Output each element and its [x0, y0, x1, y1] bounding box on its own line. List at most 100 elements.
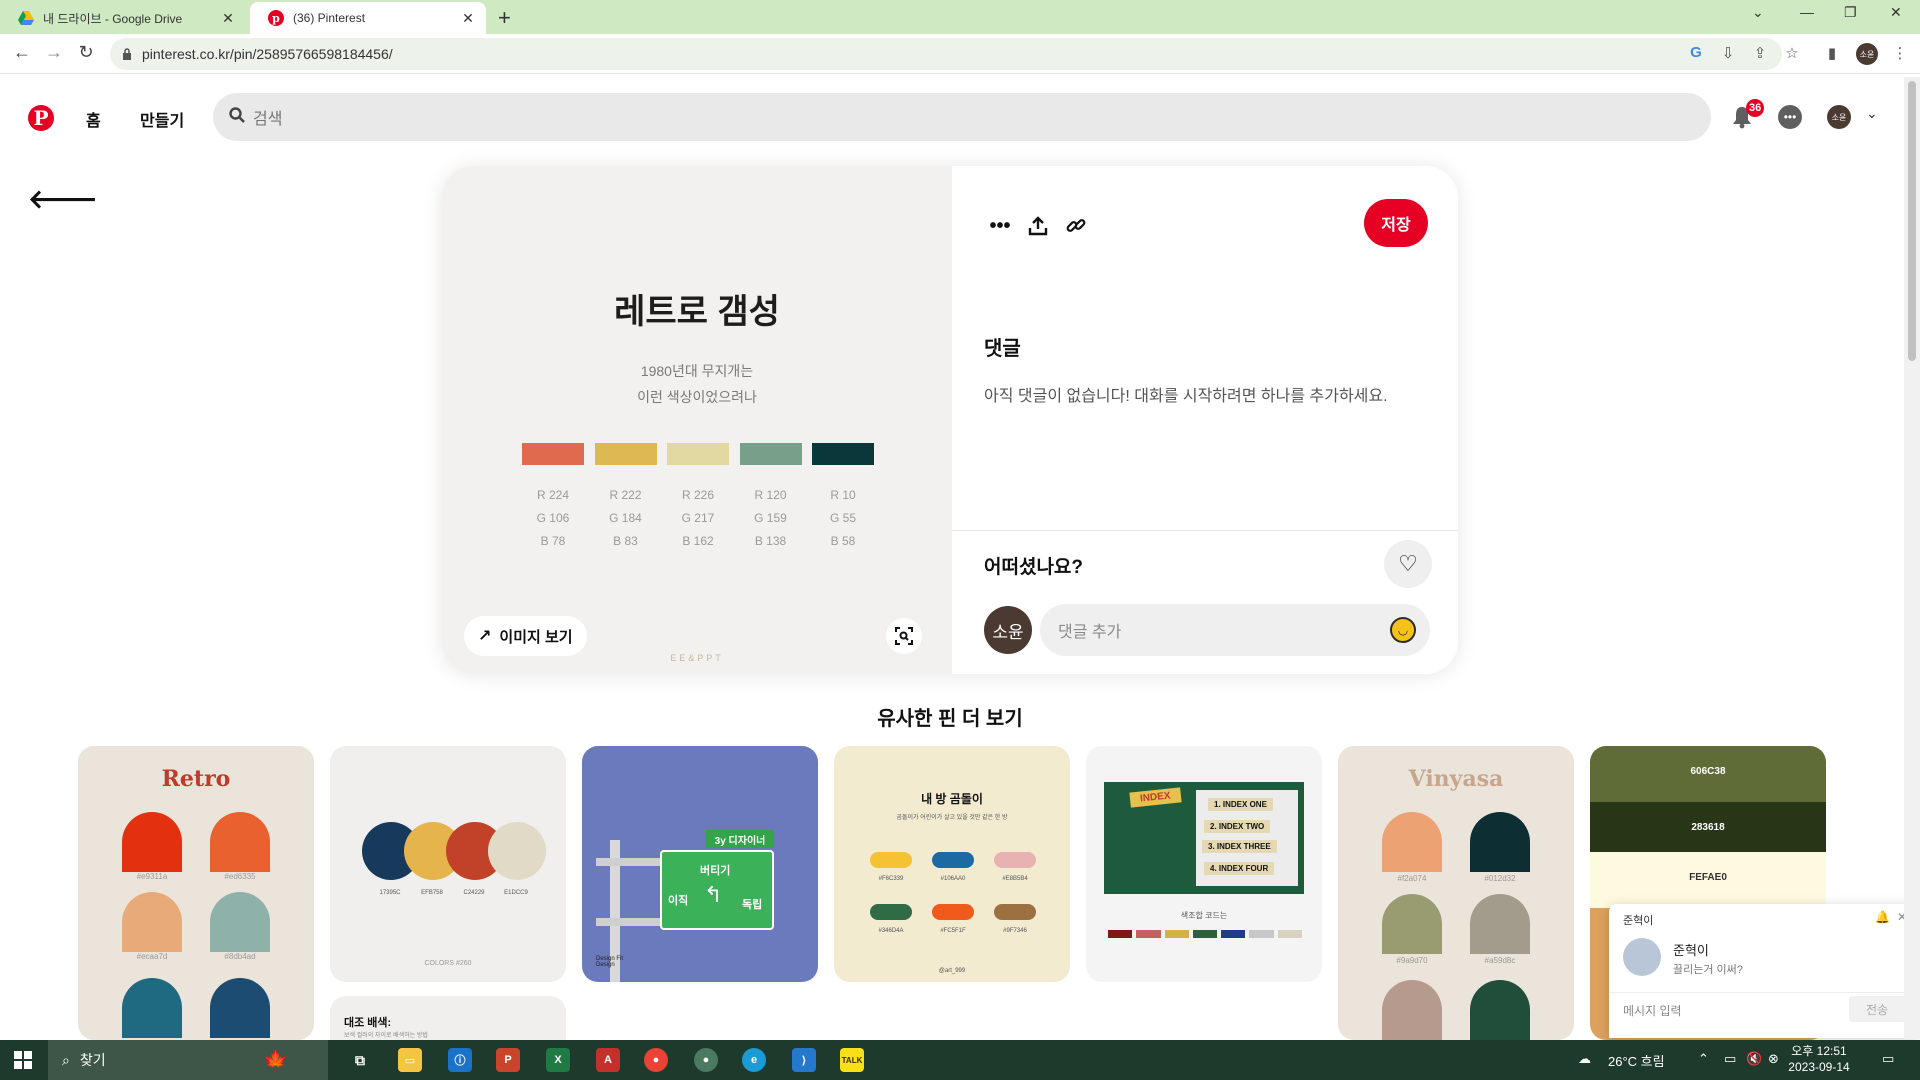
tab-title: 내 드라이브 - Google Drive	[43, 11, 183, 26]
close-icon[interactable]: ✕	[220, 10, 236, 27]
task-view-icon[interactable]: ⧉	[348, 1048, 372, 1072]
close-window-icon[interactable]: ✕	[1890, 4, 1902, 21]
chrome-icon[interactable]: ●	[644, 1048, 668, 1072]
color-band: 606C38	[1590, 746, 1826, 802]
color-code: #012d32	[1484, 874, 1516, 883]
link-icon[interactable]	[1060, 210, 1092, 242]
color-arch	[122, 978, 182, 1038]
weather-text[interactable]: 26°C 흐림	[1608, 1051, 1665, 1070]
page-scrollbar[interactable]	[1904, 77, 1920, 1039]
color-squiggle	[932, 904, 974, 920]
pin-card-myroom[interactable]: 내 방 곰돌이 곰돌이가 어린이가 살고 있을 것만 같은 한 방 #F6C33…	[834, 746, 1070, 982]
heart-icon[interactable]: ♡	[1384, 540, 1432, 588]
emoji-icon[interactable]: ◡	[1390, 617, 1416, 643]
arrow-icon: ↰	[704, 882, 723, 907]
pin-card-contrast[interactable]: 대조 배색: 보색 컬러의 차이로 배색하는 방법	[330, 996, 566, 1040]
share-icon[interactable]: ⇪	[1750, 44, 1770, 64]
color-arch	[210, 978, 270, 1038]
card-caption: 색조합 코드는	[1180, 911, 1228, 920]
new-tab-icon[interactable]: +	[498, 5, 511, 31]
color-code: #a59d8c	[1484, 956, 1516, 965]
google-drive-icon	[18, 10, 34, 26]
watermark: EE&PPT	[670, 653, 724, 663]
color-code: #FC5F1F	[940, 928, 966, 934]
kakaotalk-icon[interactable]: TALK	[840, 1048, 864, 1072]
color-code: #F6C339	[878, 876, 904, 882]
install-icon[interactable]: ⇩	[1718, 44, 1738, 64]
share-icon[interactable]	[1022, 210, 1054, 242]
bell-icon[interactable]: 🔔	[1875, 910, 1890, 924]
index-item: 3. INDEX THREE	[1202, 840, 1277, 853]
volume-icon[interactable]: 🔇	[1746, 1051, 1762, 1067]
chevron-down-icon[interactable]: ⌄	[1866, 105, 1878, 122]
color-squiggle	[994, 904, 1036, 920]
rgb-code: R 10 G 55 B 58	[829, 488, 856, 548]
comment-input[interactable]: 댓글 추가 ◡	[1040, 604, 1430, 656]
tab-search-icon[interactable]: ⌄	[1752, 4, 1764, 21]
profile-avatar[interactable]: 소윤	[1827, 105, 1851, 129]
minimize-icon[interactable]: —	[1800, 4, 1814, 20]
weather-icon[interactable]: ☁	[1578, 1051, 1591, 1067]
pin-card-index[interactable]: INDEX 1. INDEX ONE 2. INDEX TWO 3. INDEX…	[1086, 746, 1322, 982]
app-icon[interactable]: ⓘ	[448, 1048, 472, 1072]
pin-card-colors[interactable]: 17395C EFB758 C24229 E1DCC9 COLORS #260	[330, 746, 566, 982]
autumn-leaf-icon: 🍁	[263, 1049, 288, 1072]
scrollbar-thumb[interactable]	[1908, 81, 1916, 361]
vscode-icon[interactable]: ⟩	[792, 1048, 816, 1072]
taskbar-search-label: 찾기	[79, 1052, 106, 1068]
browser-menu-icon[interactable]: ⋮	[1890, 44, 1910, 64]
side-panel-icon[interactable]: ▮	[1822, 44, 1842, 64]
color-squiggle	[870, 904, 912, 920]
acrobat-icon[interactable]: A	[596, 1048, 620, 1072]
edge-icon[interactable]: e	[742, 1048, 766, 1072]
maximize-icon[interactable]: ❐	[1844, 4, 1857, 21]
excel-icon[interactable]: X	[546, 1048, 570, 1072]
pin-card-career-sign[interactable]: 3y 디자이너 버티기 이직 독립 ↰ Design Fit Design	[582, 746, 818, 982]
nav-home[interactable]: 홈	[86, 107, 101, 131]
rgb-code: R 224 G 106 B 78	[536, 488, 570, 548]
powerpoint-icon[interactable]: P	[496, 1048, 520, 1072]
windows-start-icon[interactable]	[14, 1051, 32, 1069]
save-button[interactable]: 저장	[1364, 199, 1428, 247]
notification-center-icon[interactable]: ▭	[1882, 1051, 1894, 1067]
index-item: 2. INDEX TWO	[1204, 820, 1271, 833]
color-arch	[1470, 894, 1530, 954]
pin-card-retro[interactable]: Retro #e9311a #ed6335 #ecaa7d #8db4ad	[78, 746, 314, 1040]
color-arch	[1382, 812, 1442, 872]
network-icon[interactable]: ▭	[1724, 1051, 1736, 1067]
chevron-up-icon[interactable]: ⌃	[1698, 1051, 1709, 1067]
search-input[interactable]: 검색	[213, 93, 1711, 141]
ime-icon[interactable]: ⊗	[1768, 1051, 1779, 1067]
sign-label: 이직	[668, 895, 689, 907]
more-options-icon[interactable]: •••	[984, 210, 1016, 242]
divider	[1609, 992, 1917, 993]
close-icon[interactable]: ✕	[460, 10, 476, 27]
pin-card-vinyasa[interactable]: Vinyasa #f2a074 #012d32 #9a9d70 #a59d8c	[1338, 746, 1574, 1040]
pinterest-logo[interactable]: P	[28, 105, 54, 131]
forward-icon[interactable]: →	[42, 42, 66, 63]
google-icon[interactable]: G	[1686, 44, 1706, 64]
messages-icon[interactable]: •••	[1778, 105, 1802, 129]
taskbar-clock[interactable]: 오후 12:51 2023-09-14	[1786, 1043, 1852, 1075]
sign-arm	[596, 918, 660, 926]
file-explorer-icon[interactable]: ▭	[398, 1048, 422, 1072]
chat-input[interactable]: 메시지 입력	[1623, 1002, 1682, 1019]
back-icon[interactable]: ←	[10, 42, 34, 63]
tab-pinterest[interactable]: p (36) Pinterest ✕	[250, 2, 486, 34]
tab-google-drive[interactable]: 내 드라이브 - Google Drive ✕	[0, 2, 246, 34]
nav-create[interactable]: 만들기	[140, 107, 184, 131]
color-swatch	[522, 443, 584, 465]
back-arrow-icon[interactable]: 🡐	[28, 184, 98, 215]
pin-image[interactable]: 레트로 갬성 1980년대 무지개는 이런 색상이었으려나 R 224 G 106…	[442, 166, 952, 674]
visual-search-icon[interactable]	[886, 618, 922, 654]
send-button[interactable]: 전송	[1849, 996, 1905, 1022]
bookmark-star-icon[interactable]: ☆	[1782, 44, 1802, 64]
chrome-profile-icon[interactable]: ●	[694, 1048, 718, 1072]
card-logo: Design Fit Design	[596, 956, 624, 968]
address-bar[interactable]: pinterest.co.kr/pin/258957665981844​56/	[110, 38, 1782, 70]
view-image-button[interactable]: ↗ 이미지 보기	[464, 616, 587, 656]
reload-icon[interactable]: ↻	[74, 42, 98, 63]
rgb-codes: R 224 G 106 B 78 R 222 G 184 B 83 R 226 G 217…	[522, 484, 874, 553]
taskbar-search[interactable]: ⌕ 찾기 🍁	[48, 1040, 328, 1080]
browser-profile-avatar[interactable]: 소윤	[1856, 43, 1878, 65]
